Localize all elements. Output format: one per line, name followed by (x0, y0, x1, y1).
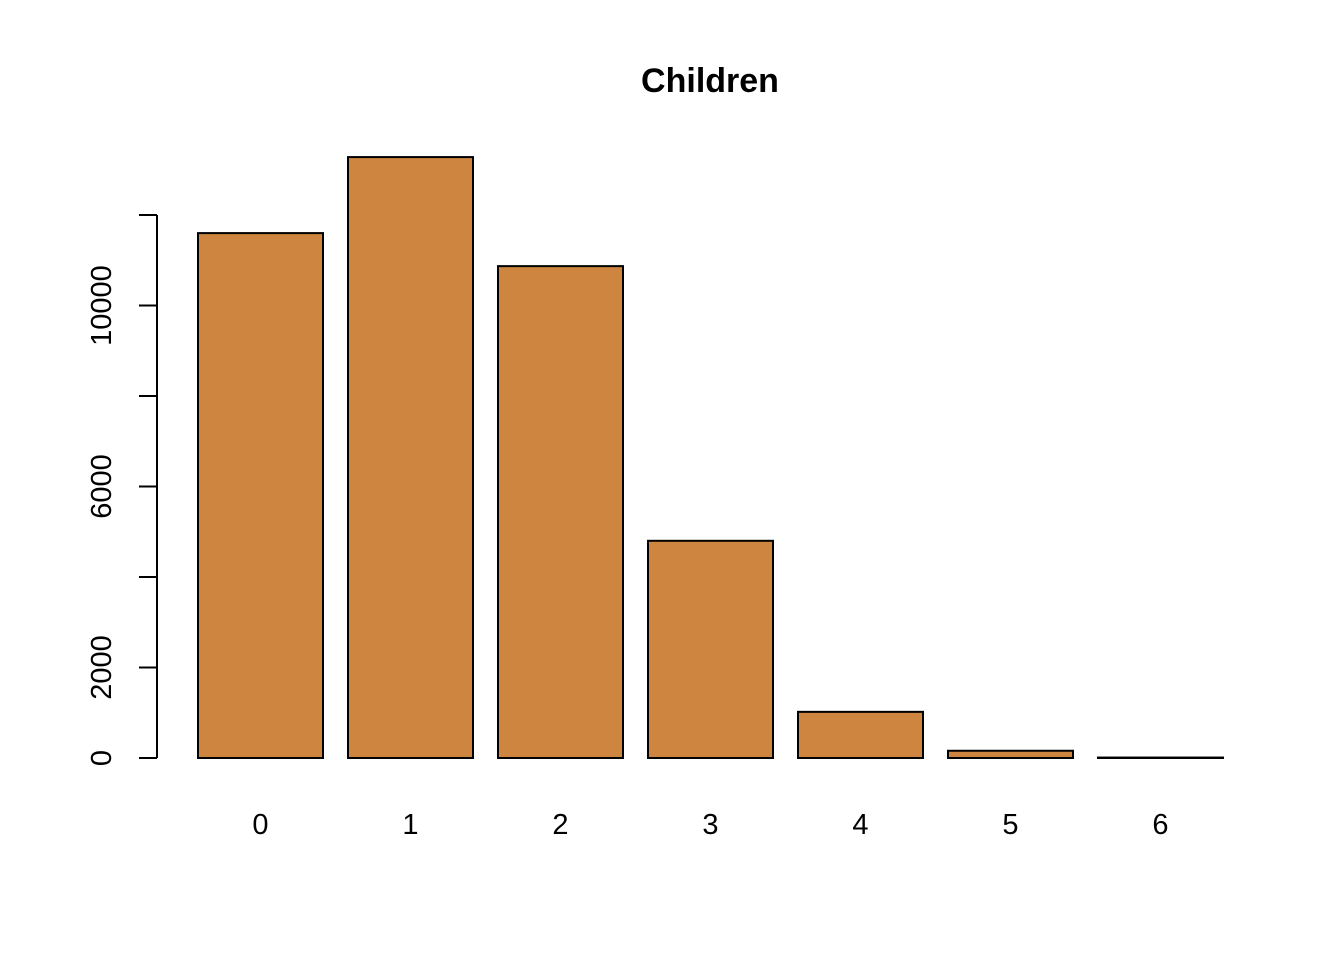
bar-chart: Children 0 2000 6000 10000 0 1 2 3 4 5 6 (86, 62, 1224, 841)
bar-0 (197, 232, 324, 760)
y-axis: 0 2000 6000 10000 (86, 214, 158, 766)
x-tick-label: 3 (702, 809, 718, 841)
x-tick-label: 5 (1002, 809, 1018, 841)
bars (197, 156, 1224, 760)
y-tick-label: 0 (86, 750, 118, 766)
x-axis-labels: 0 1 2 3 4 5 6 (252, 809, 1168, 841)
y-tick-label: 6000 (86, 454, 118, 519)
bar-5 (947, 749, 1074, 760)
bar-4 (797, 710, 924, 759)
x-tick-label: 6 (1152, 809, 1168, 841)
x-tick-label: 0 (252, 809, 268, 841)
y-tick-label: 10000 (86, 265, 118, 346)
x-tick-label: 1 (402, 809, 418, 841)
x-tick-label: 4 (852, 809, 868, 841)
bar-3 (647, 539, 774, 759)
x-tick-label: 2 (552, 809, 568, 841)
y-tick-label: 2000 (86, 635, 118, 700)
bar-2 (497, 265, 624, 759)
bar-1 (347, 156, 474, 759)
chart-title: Children (641, 62, 779, 100)
